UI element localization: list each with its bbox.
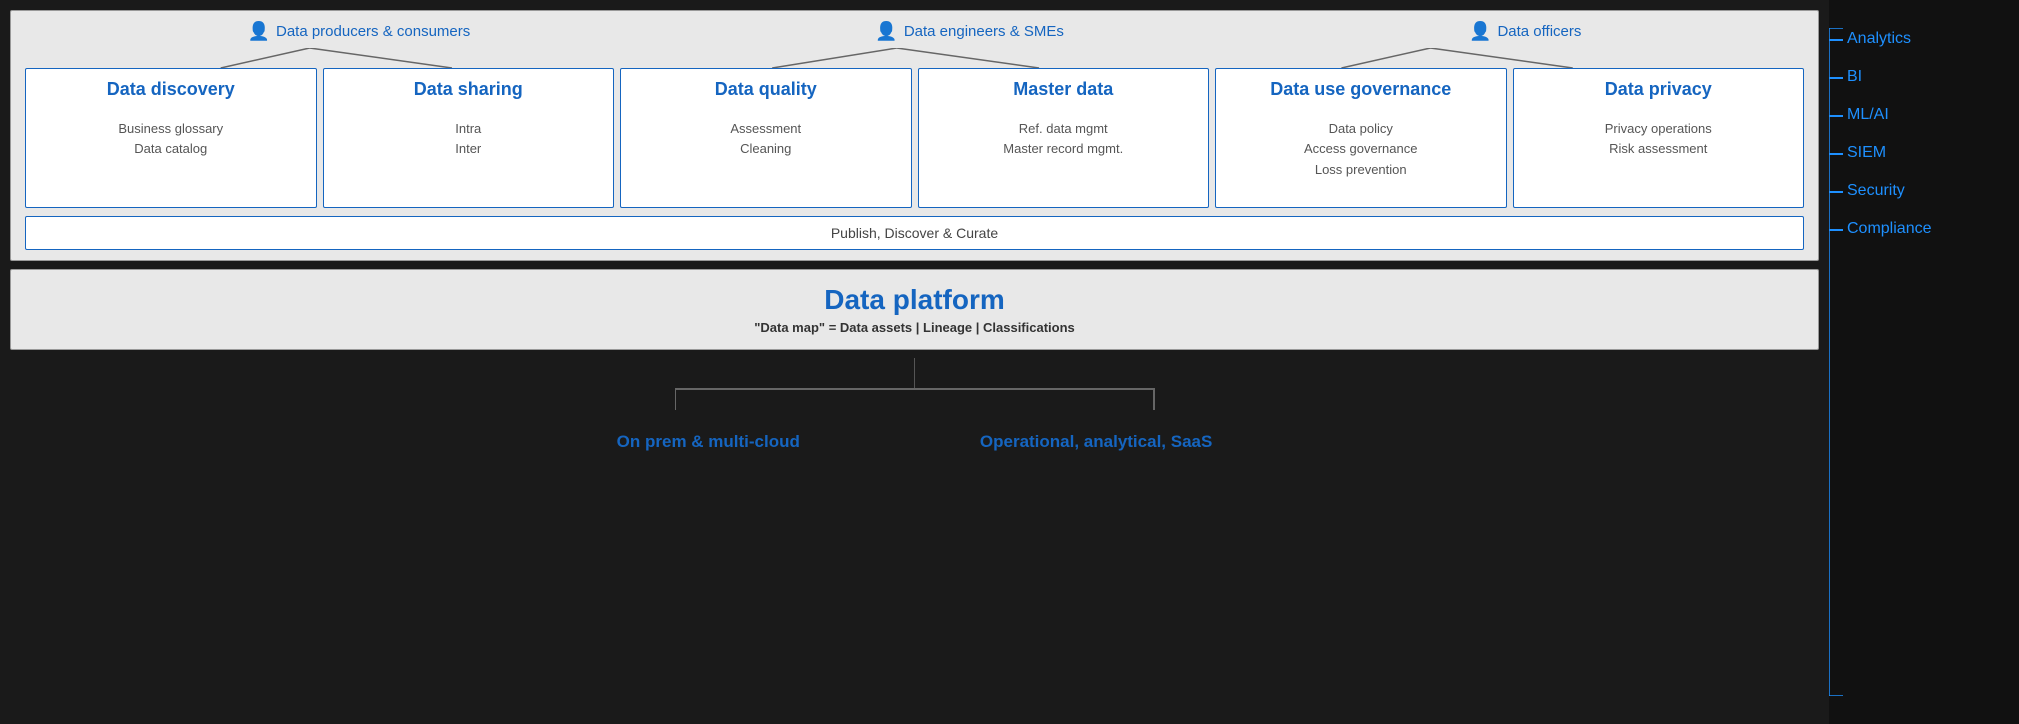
- persona-officers: 👤 Data officers: [1469, 21, 1581, 42]
- card-title-data-quality: Data quality: [715, 79, 817, 101]
- persona-icon-officers: 👤: [1469, 21, 1491, 42]
- card-title-data-sharing: Data sharing: [414, 79, 523, 101]
- branch-container: [675, 388, 1155, 410]
- card-title-data-privacy: Data privacy: [1605, 79, 1712, 101]
- source-labels: On prem & multi-cloud Operational, analy…: [617, 432, 1213, 452]
- sidebar-label-siem: SIEM: [1847, 144, 1886, 161]
- card-data-discovery: Data discovery Business glossary Data ca…: [25, 68, 317, 208]
- platform-title: Data platform: [31, 284, 1798, 316]
- sidebar-items: Analytics BI ML/AI SIEM Security Complia…: [1829, 20, 2019, 248]
- card-title-data-use-governance: Data use governance: [1270, 79, 1451, 101]
- card-subtitle-data-discovery: Business glossary Data catalog: [118, 119, 223, 161]
- persona-icon-engineers: 👤: [875, 21, 897, 42]
- sidebar-label-compliance: Compliance: [1847, 220, 1931, 237]
- sidebar-item-security[interactable]: Security: [1829, 172, 2019, 210]
- governance-section: 👤 Data producers & consumers 👤 Data engi…: [10, 10, 1819, 261]
- persona-label-officers: Data officers: [1497, 23, 1581, 40]
- persona-engineers: 👤 Data engineers & SMEs: [875, 21, 1064, 42]
- card-data-privacy: Data privacy Privacy operations Risk ass…: [1513, 68, 1805, 208]
- card-data-sharing: Data sharing Intra Inter: [323, 68, 615, 208]
- sidebar-item-ml-ai[interactable]: ML/AI: [1829, 96, 2019, 134]
- persona-producers: 👤 Data producers & consumers: [248, 21, 471, 42]
- sidebar-item-compliance[interactable]: Compliance: [1829, 210, 2019, 248]
- card-title-master-data: Master data: [1013, 79, 1113, 101]
- sources-section: On prem & multi-cloud Operational, analy…: [10, 358, 1819, 452]
- persona-label-producers: Data producers & consumers: [276, 23, 470, 40]
- source-operational: Operational, analytical, SaaS: [980, 432, 1212, 452]
- right-sidebar: Analytics BI ML/AI SIEM Security Complia…: [1829, 0, 2019, 724]
- sidebar-item-siem[interactable]: SIEM: [1829, 134, 2019, 172]
- sidebar-item-analytics[interactable]: Analytics: [1829, 20, 2019, 58]
- connector-lines: [25, 48, 1804, 68]
- sidebar-label-security: Security: [1847, 182, 1905, 199]
- card-subtitle-data-use-governance: Data policy Access governance Loss preve…: [1304, 119, 1417, 181]
- personas-row: 👤 Data producers & consumers 👤 Data engi…: [25, 21, 1804, 42]
- card-subtitle-data-sharing: Intra Inter: [455, 119, 481, 161]
- vertical-line-top: [914, 358, 916, 388]
- sidebar-item-bi[interactable]: BI: [1829, 58, 2019, 96]
- card-master-data: Master data Ref. data mgmt Master record…: [918, 68, 1210, 208]
- publish-bar: Publish, Discover & Curate: [25, 216, 1804, 250]
- persona-label-engineers: Data engineers & SMEs: [904, 23, 1064, 40]
- card-subtitle-data-quality: Assessment Cleaning: [730, 119, 801, 161]
- cards-row: Data discovery Business glossary Data ca…: [25, 68, 1804, 208]
- platform-subtitle: "Data map" = Data assets | Lineage | Cla…: [31, 320, 1798, 335]
- card-title-data-discovery: Data discovery: [107, 79, 235, 101]
- platform-section: Data platform "Data map" = Data assets |…: [10, 269, 1819, 350]
- card-subtitle-data-privacy: Privacy operations Risk assessment: [1605, 119, 1712, 161]
- card-data-use-governance: Data use governance Data policy Access g…: [1215, 68, 1507, 208]
- source-on-prem: On prem & multi-cloud: [617, 432, 800, 452]
- card-data-quality: Data quality Assessment Cleaning: [620, 68, 912, 208]
- sidebar-label-bi: BI: [1847, 68, 1862, 85]
- main-area: 👤 Data producers & consumers 👤 Data engi…: [0, 0, 1829, 724]
- card-subtitle-master-data: Ref. data mgmt Master record mgmt.: [1003, 119, 1123, 161]
- sidebar-label-analytics: Analytics: [1847, 30, 1911, 47]
- sidebar-label-ml-ai: ML/AI: [1847, 106, 1889, 123]
- persona-icon-producers: 👤: [248, 21, 270, 42]
